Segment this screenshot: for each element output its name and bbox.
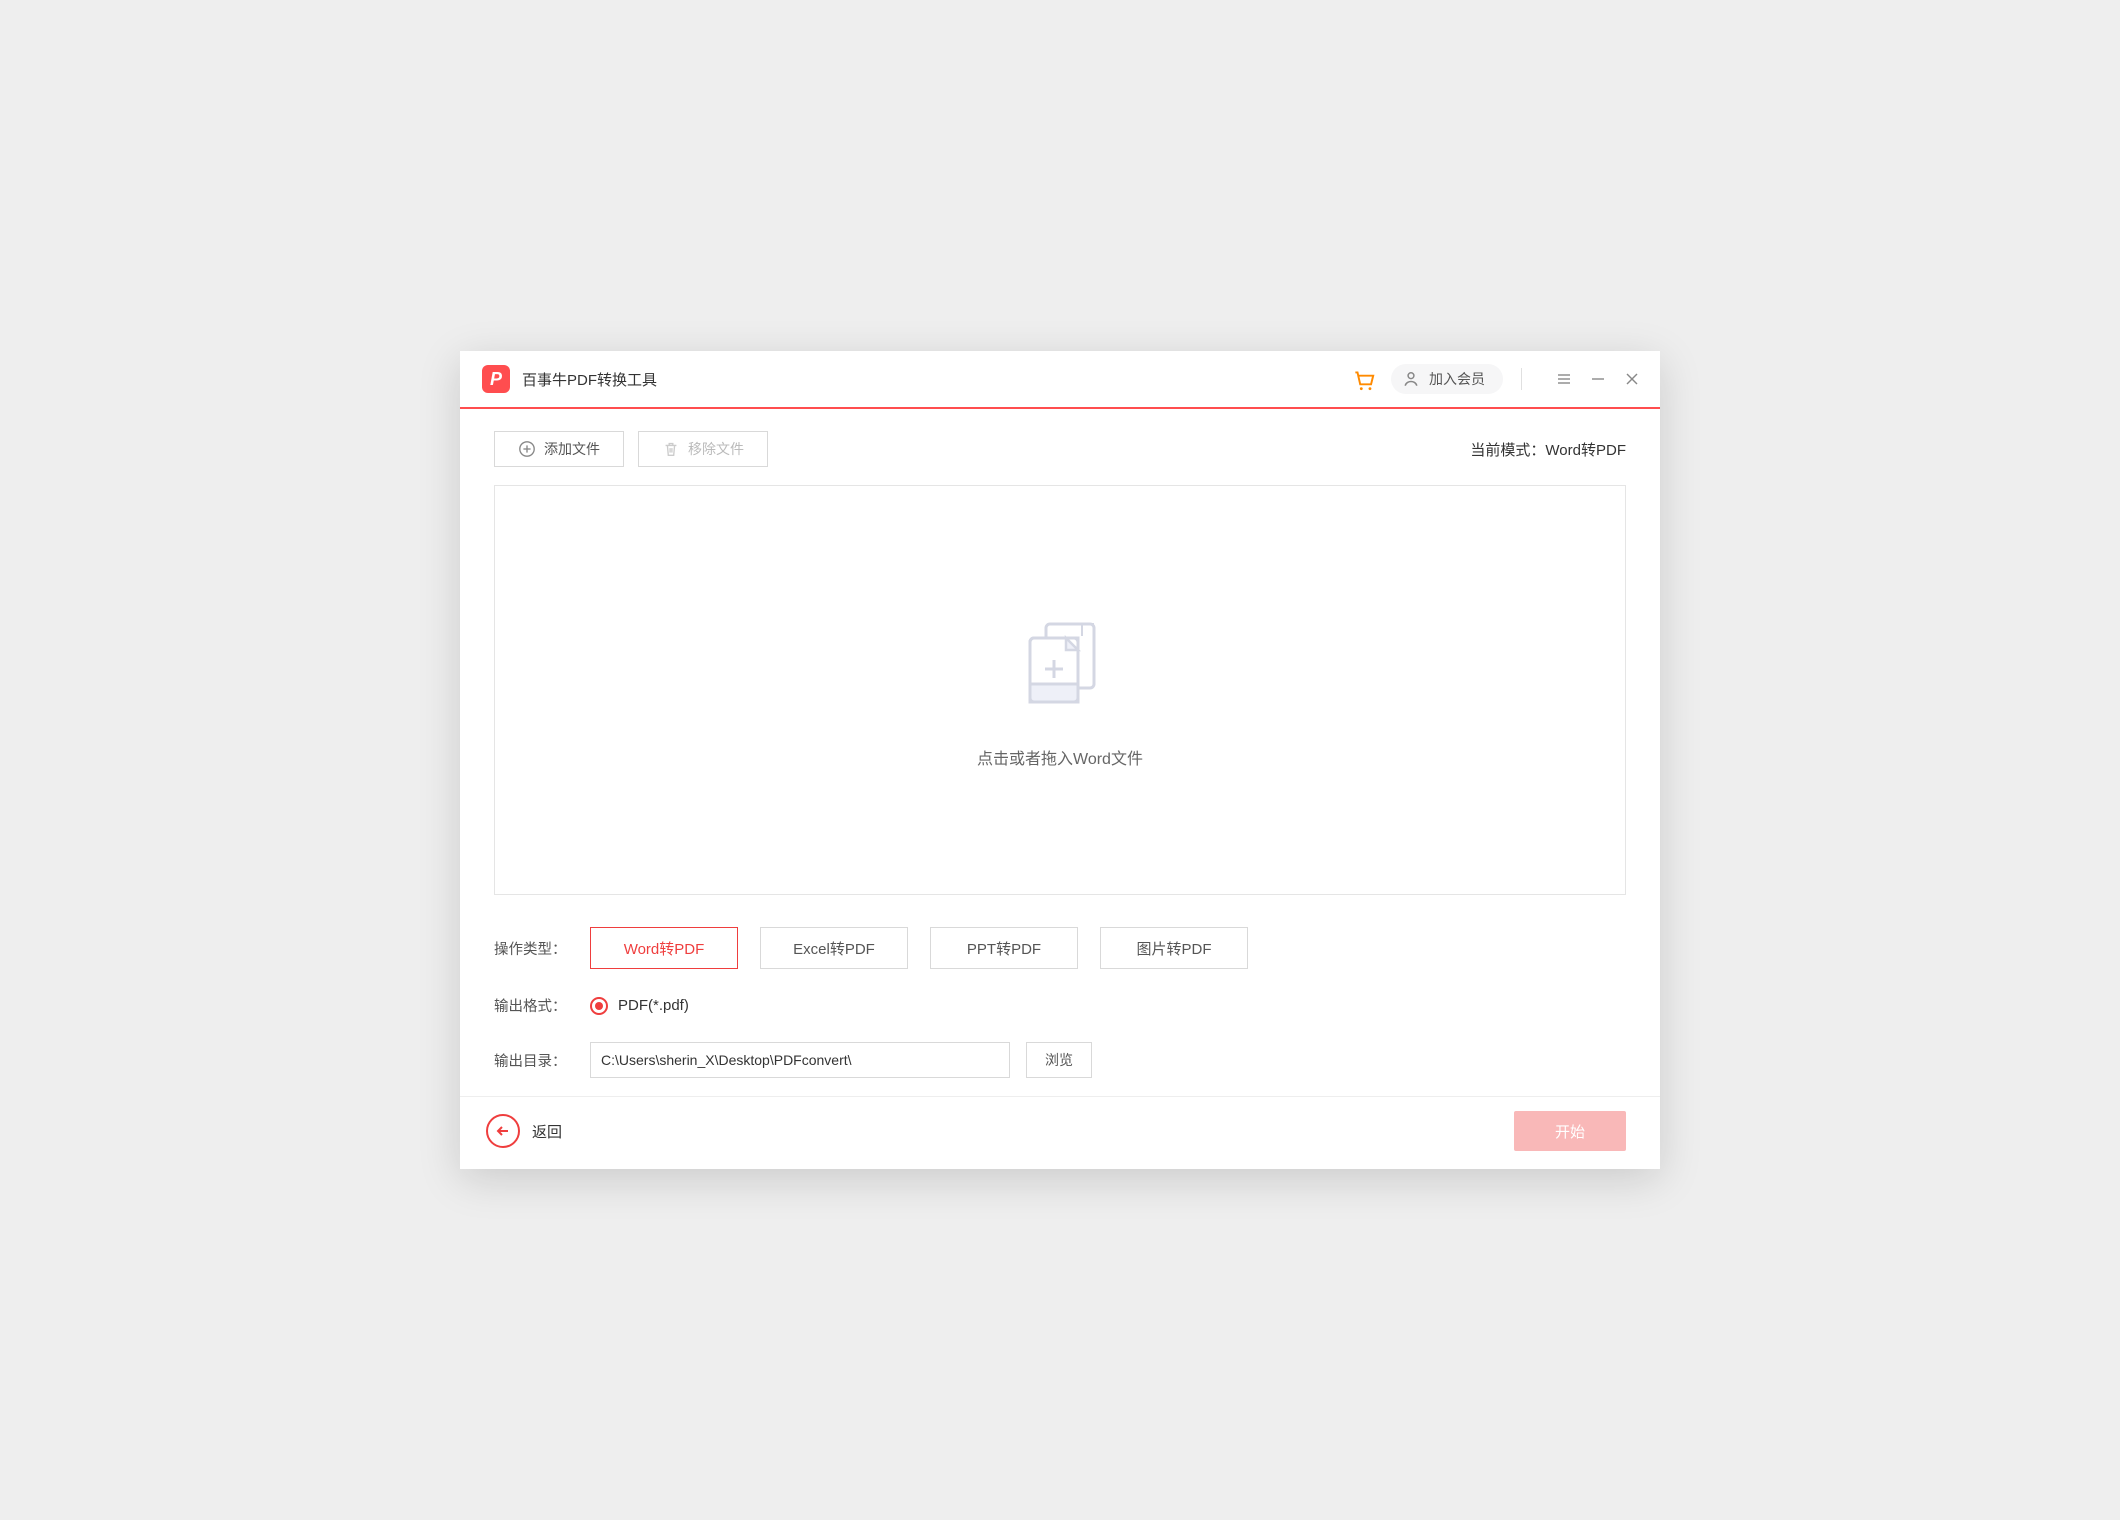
trash-icon <box>662 440 680 458</box>
footer-bar: 返回 开始 <box>460 1096 1660 1169</box>
output-format-row: 输出格式： PDF(*.pdf) <box>494 995 1626 1016</box>
browse-button[interactable]: 浏览 <box>1026 1042 1092 1078</box>
add-file-button[interactable]: 添加文件 <box>494 431 624 467</box>
type-label: 操作类型： <box>494 938 590 959</box>
operation-type-row: 操作类型： Word转PDF Excel转PDF PPT转PDF 图片转PDF <box>494 927 1626 969</box>
format-label: 输出格式： <box>494 995 590 1016</box>
output-path-input[interactable] <box>590 1042 1010 1078</box>
close-button[interactable] <box>1622 369 1642 389</box>
dir-label: 输出目录： <box>494 1050 590 1071</box>
start-button[interactable]: 开始 <box>1514 1111 1626 1151</box>
divider <box>1521 368 1522 390</box>
add-file-label: 添加文件 <box>544 439 600 459</box>
format-radio-pdf[interactable] <box>590 997 608 1015</box>
member-label: 加入会员 <box>1429 369 1485 389</box>
app-logo: P <box>482 365 510 393</box>
logo-letter: P <box>490 369 502 390</box>
app-window: P 百事牛PDF转换工具 加入会员 <box>460 351 1660 1169</box>
remove-file-label: 移除文件 <box>688 439 744 459</box>
join-member-button[interactable]: 加入会员 <box>1391 364 1503 394</box>
cart-icon[interactable] <box>1351 367 1375 391</box>
menu-icon[interactable] <box>1554 369 1574 389</box>
app-title: 百事牛PDF转换工具 <box>522 369 657 390</box>
type-word-to-pdf[interactable]: Word转PDF <box>590 927 738 969</box>
current-mode-label: 当前模式：Word转PDF <box>1470 439 1626 460</box>
file-toolbar: 添加文件 移除文件 当前模式：Word转PDF <box>494 431 1626 467</box>
back-button[interactable]: 返回 <box>486 1114 562 1148</box>
remove-file-button[interactable]: 移除文件 <box>638 431 768 467</box>
document-add-icon <box>1010 612 1110 717</box>
plus-circle-icon <box>518 440 536 458</box>
title-bar: P 百事牛PDF转换工具 加入会员 <box>460 351 1660 409</box>
format-value: PDF(*.pdf) <box>618 997 689 1014</box>
type-image-to-pdf[interactable]: 图片转PDF <box>1100 927 1248 969</box>
content-area: 添加文件 移除文件 当前模式：Word转PDF <box>460 409 1660 1088</box>
back-label: 返回 <box>532 1121 562 1142</box>
type-excel-to-pdf[interactable]: Excel转PDF <box>760 927 908 969</box>
back-arrow-icon <box>486 1114 520 1148</box>
type-ppt-to-pdf[interactable]: PPT转PDF <box>930 927 1078 969</box>
output-dir-row: 输出目录： 浏览 <box>494 1042 1626 1078</box>
file-drop-zone[interactable]: 点击或者拖入Word文件 <box>494 485 1626 895</box>
user-icon <box>1401 369 1421 389</box>
drop-hint: 点击或者拖入Word文件 <box>977 745 1143 769</box>
minimize-button[interactable] <box>1588 369 1608 389</box>
